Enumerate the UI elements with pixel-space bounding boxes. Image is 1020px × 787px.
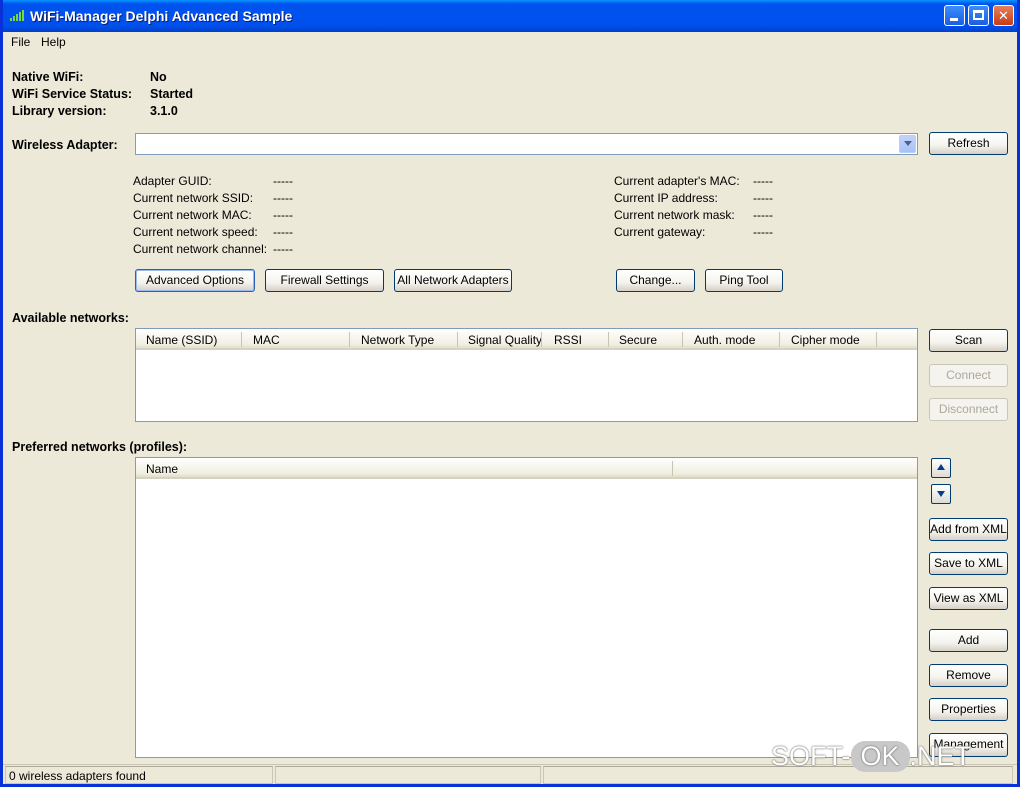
dropdown-button[interactable] bbox=[899, 135, 916, 153]
column-mac[interactable]: MAC bbox=[253, 333, 280, 347]
advanced-options-button[interactable]: Advanced Options bbox=[135, 269, 255, 292]
disconnect-button[interactable]: Disconnect bbox=[929, 398, 1008, 421]
close-icon: ✕ bbox=[998, 8, 1009, 23]
ping-tool-button[interactable]: Ping Tool bbox=[705, 269, 783, 292]
library-version-label: Library version: bbox=[12, 104, 107, 118]
adapter-guid-value: ----- bbox=[273, 174, 293, 188]
watermark-right: .NET bbox=[909, 741, 972, 771]
save-to-xml-button[interactable]: Save to XML bbox=[929, 552, 1008, 575]
status-text: 0 wireless adapters found bbox=[9, 769, 146, 783]
arrow-down-icon bbox=[937, 491, 945, 497]
available-networks-header: Name (SSID) MAC Network Type Signal Qual… bbox=[136, 329, 917, 350]
watermark: SOFT- OK .NET bbox=[771, 741, 971, 781]
add-button[interactable]: Add bbox=[929, 629, 1008, 652]
change-button[interactable]: Change... bbox=[616, 269, 695, 292]
column-separator[interactable] bbox=[682, 332, 683, 347]
arrow-up-icon bbox=[937, 464, 945, 470]
column-separator[interactable] bbox=[541, 332, 542, 347]
available-networks-label: Available networks: bbox=[12, 311, 129, 325]
gateway-value: ----- bbox=[753, 225, 773, 239]
ip-address-value: ----- bbox=[753, 191, 773, 205]
remove-button[interactable]: Remove bbox=[929, 664, 1008, 687]
column-separator[interactable] bbox=[457, 332, 458, 347]
column-separator[interactable] bbox=[241, 332, 242, 347]
properties-button[interactable]: Properties bbox=[929, 698, 1008, 721]
watermark-left: SOFT- bbox=[771, 741, 851, 771]
minimize-icon bbox=[950, 18, 958, 21]
column-separator[interactable] bbox=[876, 332, 877, 347]
firewall-settings-button[interactable]: Firewall Settings bbox=[265, 269, 384, 292]
add-from-xml-button[interactable]: Add from XML bbox=[929, 518, 1008, 541]
column-name-ssid[interactable]: Name (SSID) bbox=[146, 333, 217, 347]
network-mac-value: ----- bbox=[273, 208, 293, 222]
service-status-value: Started bbox=[150, 87, 194, 101]
menu-file[interactable]: File bbox=[11, 35, 30, 49]
column-separator[interactable] bbox=[349, 332, 350, 347]
close-button[interactable]: ✕ bbox=[993, 5, 1014, 26]
window-title: WiFi-Manager Delphi Advanced Sample bbox=[30, 8, 293, 24]
scan-button[interactable]: Scan bbox=[929, 329, 1008, 352]
preferred-networks-list[interactable]: Name bbox=[135, 457, 918, 758]
column-separator[interactable] bbox=[779, 332, 780, 347]
chevron-down-icon bbox=[904, 141, 912, 146]
native-wifi-label: Native WiFi: bbox=[12, 70, 84, 84]
preferred-networks-label: Preferred networks (profiles): bbox=[12, 440, 188, 454]
wifi-signal-icon bbox=[10, 10, 24, 21]
network-mask-value: ----- bbox=[753, 208, 773, 222]
column-signal-quality[interactable]: Signal Quality bbox=[468, 333, 542, 347]
menu-help[interactable]: Help bbox=[41, 35, 66, 49]
maximize-icon bbox=[973, 10, 984, 20]
adapter-guid-label: Adapter GUID: bbox=[133, 174, 212, 188]
wireless-adapter-label: Wireless Adapter: bbox=[12, 138, 118, 152]
column-network-type[interactable]: Network Type bbox=[361, 333, 434, 347]
ip-address-label: Current IP address: bbox=[614, 191, 718, 205]
native-wifi-value: No bbox=[150, 70, 167, 84]
menu-bar: File Help bbox=[3, 32, 1017, 52]
maximize-button[interactable] bbox=[968, 5, 989, 26]
title-bar[interactable]: WiFi-Manager Delphi Advanced Sample ✕ bbox=[3, 0, 1017, 32]
column-cipher-mode[interactable]: Cipher mode bbox=[791, 333, 860, 347]
column-separator[interactable] bbox=[608, 332, 609, 347]
network-speed-value: ----- bbox=[273, 225, 293, 239]
available-networks-list[interactable]: Name (SSID) MAC Network Type Signal Qual… bbox=[135, 328, 918, 422]
network-mask-label: Current network mask: bbox=[614, 208, 735, 222]
move-up-button[interactable] bbox=[931, 458, 951, 478]
wireless-adapter-combobox[interactable] bbox=[135, 133, 918, 155]
column-separator[interactable] bbox=[672, 461, 673, 476]
status-panel-2 bbox=[275, 766, 541, 784]
move-down-button[interactable] bbox=[931, 484, 951, 504]
network-ssid-value: ----- bbox=[273, 191, 293, 205]
adapter-mac-value: ----- bbox=[753, 174, 773, 188]
watermark-ok: OK bbox=[850, 741, 910, 772]
network-speed-label: Current network speed: bbox=[133, 225, 258, 239]
gateway-label: Current gateway: bbox=[614, 225, 706, 239]
column-rssi[interactable]: RSSI bbox=[554, 333, 582, 347]
library-version-value: 3.1.0 bbox=[150, 104, 178, 118]
network-ssid-label: Current network SSID: bbox=[133, 191, 254, 205]
service-status-label: WiFi Service Status: bbox=[12, 87, 133, 101]
all-network-adapters-button[interactable]: All Network Adapters bbox=[394, 269, 512, 292]
status-panel-1: 0 wireless adapters found bbox=[5, 766, 273, 784]
preferred-networks-header: Name bbox=[136, 458, 917, 479]
minimize-button[interactable] bbox=[944, 5, 965, 26]
network-channel-value: ----- bbox=[273, 242, 293, 256]
view-as-xml-button[interactable]: View as XML bbox=[929, 587, 1008, 610]
connect-button[interactable]: Connect bbox=[929, 364, 1008, 387]
network-channel-label: Current network channel: bbox=[133, 242, 268, 256]
column-secure[interactable]: Secure bbox=[619, 333, 657, 347]
column-auth-mode[interactable]: Auth. mode bbox=[694, 333, 755, 347]
network-mac-label: Current network MAC: bbox=[133, 208, 252, 222]
column-name[interactable]: Name bbox=[146, 462, 178, 476]
refresh-button[interactable]: Refresh bbox=[929, 132, 1008, 155]
adapter-mac-label: Current adapter's MAC: bbox=[614, 174, 740, 188]
main-window: WiFi-Manager Delphi Advanced Sample ✕ Fi… bbox=[0, 0, 1020, 787]
